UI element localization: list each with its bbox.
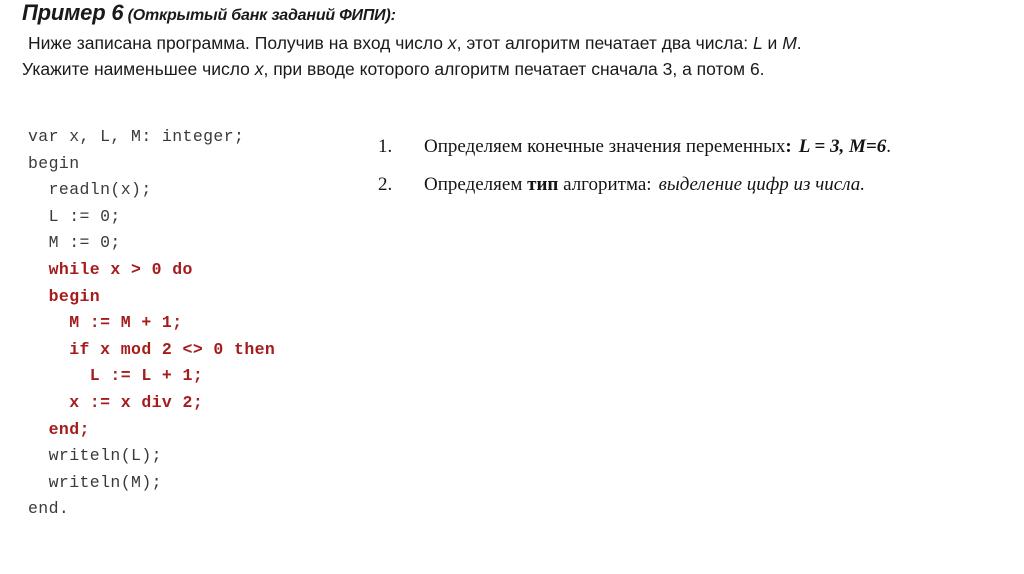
step2-lead-a: Определяем bbox=[424, 174, 528, 195]
step-text-1: Определяем конечные значения переменных:… bbox=[424, 136, 1008, 158]
statement-line3: сначала 3, а потом 6. bbox=[591, 59, 765, 79]
step2-lead-b: алгоритма: bbox=[558, 174, 652, 195]
page-title-main: Пример 6 bbox=[22, 0, 124, 25]
solution-steps-list: 1. Определяем конечные значения переменн… bbox=[378, 136, 1008, 212]
statement-line2-d: , при вводе которого алгоритм печатает bbox=[263, 59, 587, 79]
code-line: begin bbox=[28, 286, 101, 306]
statement-line1-a: Ниже записана программа. Получив на вход… bbox=[28, 33, 448, 53]
step-text-2: Определяем тип алгоритма: выделение цифр … bbox=[424, 174, 1008, 196]
step-number-1: 1. bbox=[378, 136, 393, 157]
list-item: 2. Определяем тип алгоритма: выделение ци… bbox=[378, 174, 1008, 196]
statement-line2-b: и bbox=[762, 33, 783, 53]
step2-answer: выделение цифр из числа. bbox=[658, 174, 865, 195]
statement-var-M: M bbox=[782, 33, 797, 53]
problem-statement: Ниже записана программа. Получив на вход… bbox=[22, 30, 812, 82]
code-line: M := M + 1; bbox=[28, 313, 183, 333]
step1-period: . bbox=[886, 136, 891, 157]
code-line: while x > 0 do bbox=[28, 259, 193, 279]
page-title-source: (Открытый банк заданий ФИПИ): bbox=[123, 7, 396, 24]
code-line: L := L + 1; bbox=[28, 366, 204, 386]
page-title: Пример 6 (Открытый банк заданий ФИПИ): bbox=[22, 0, 396, 26]
statement-line1-b: , этот алгоритм печатает два bbox=[456, 33, 691, 53]
code-line: var x, L, M: integer; bbox=[28, 127, 245, 146]
step1-lead: Определяем конечные значения переменных bbox=[424, 136, 786, 157]
code-line: end. bbox=[28, 499, 70, 519]
statement-line2-a: числа: bbox=[695, 33, 753, 53]
code-line: x := x div 2; bbox=[28, 392, 204, 412]
code-listing: var x, L, M: integer; begin readln(x); L … bbox=[28, 124, 275, 523]
statement-var-L: L bbox=[752, 33, 763, 53]
code-line: writeln(L); bbox=[28, 446, 162, 466]
code-line: readln(x); bbox=[28, 180, 152, 200]
step-number-2: 2. bbox=[378, 174, 393, 195]
code-line: begin bbox=[28, 153, 80, 173]
step1-result-l: L = 3, bbox=[798, 136, 845, 157]
step1-colon: : bbox=[785, 136, 792, 157]
step2-bold-word: тип bbox=[527, 174, 559, 195]
list-item: 1. Определяем конечные значения переменн… bbox=[378, 136, 1008, 158]
code-line: M := 0; bbox=[28, 233, 121, 253]
code-line: L := 0; bbox=[28, 206, 121, 226]
statement-var-x-1: x bbox=[447, 33, 457, 53]
code-line: end; bbox=[28, 419, 90, 439]
step1-result-m: M=6 bbox=[848, 136, 887, 157]
code-line: writeln(M); bbox=[28, 472, 162, 492]
code-line: if x mod 2 <> 0 then bbox=[28, 339, 276, 359]
